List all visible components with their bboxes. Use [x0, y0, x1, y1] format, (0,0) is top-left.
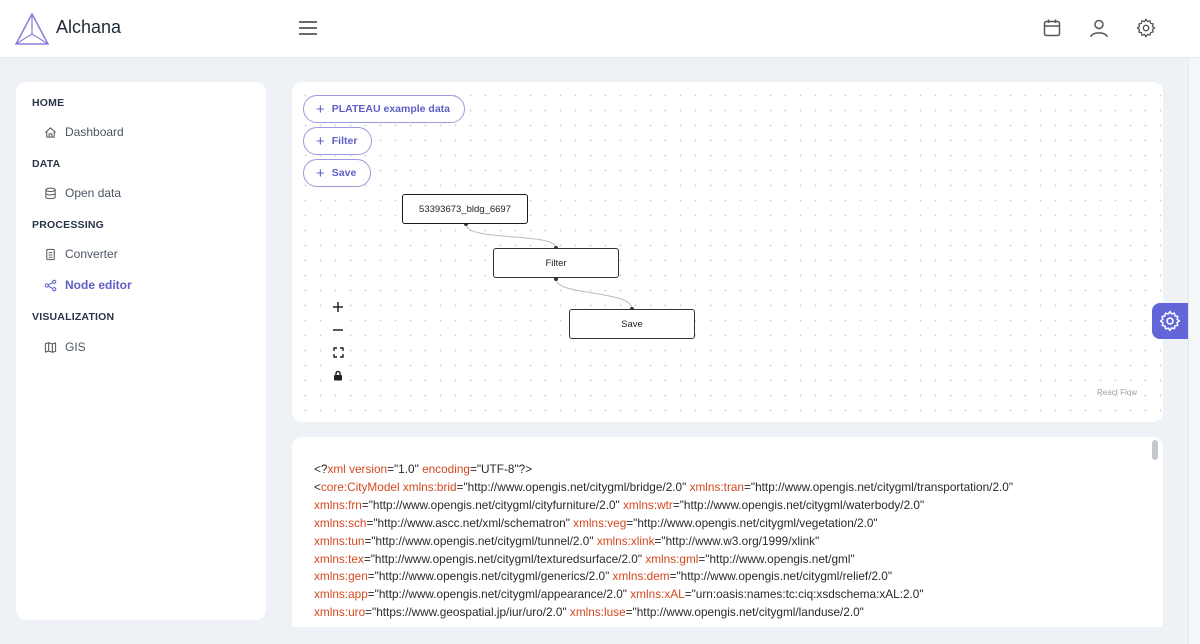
map-icon: [44, 341, 57, 353]
minus-icon: [333, 328, 343, 331]
code-line: <?xml version="1.0" encoding="UTF-8"?>: [314, 462, 533, 476]
section-home: HOME: [32, 97, 65, 109]
code-line: xmlns:tex="http://www.opengis.net/citygm…: [314, 551, 855, 566]
code-line: xmlns:sch="http://www.ascc.net/xml/schem…: [314, 515, 878, 530]
database-icon: [45, 187, 56, 199]
gear-icon: [1159, 310, 1181, 332]
plus-icon: +: [316, 164, 325, 182]
fit-view-button[interactable]: [328, 341, 348, 364]
document-icon: [46, 248, 55, 260]
code-line: xmlns:gen="http://www.opengis.net/citygm…: [314, 569, 893, 584]
user-icon[interactable]: [1088, 17, 1110, 39]
add-filter-button[interactable]: + Filter: [303, 127, 373, 155]
lock-icon: [334, 370, 342, 381]
sidebar-item-node-editor[interactable]: Node editor: [44, 275, 244, 295]
section-data: DATA: [32, 158, 61, 170]
calendar-icon[interactable]: [1041, 17, 1063, 39]
add-save-button[interactable]: + Save: [303, 159, 372, 187]
sidebar-item-label: Open data: [65, 186, 122, 200]
code-line: xmlns:app="http://www.opengis.net/citygm…: [314, 587, 924, 602]
plus-icon: +: [316, 100, 325, 118]
zoom-out-button[interactable]: [328, 318, 348, 341]
settings-gear-icon[interactable]: [1135, 17, 1157, 39]
scrollbar-thumb[interactable]: [1152, 440, 1158, 460]
sidebar-item-converter[interactable]: Converter: [44, 244, 244, 264]
edges-layer: [464, 222, 634, 311]
code-line: xmlns:tun="http://www.opengis.net/citygm…: [314, 533, 820, 548]
fit-view-icon: [332, 347, 344, 358]
code-line: xmlns:frn="http://www.opengis.net/citygm…: [314, 497, 925, 512]
sidebar-item-label: GIS: [65, 340, 86, 354]
sidebar-item-label: Converter: [65, 247, 118, 261]
section-processing: PROCESSING: [32, 219, 105, 231]
sidebar-item-open-data[interactable]: Open data: [44, 183, 244, 203]
flow-controls: [328, 295, 348, 387]
plus-icon: [333, 301, 343, 312]
react-flow-attribution[interactable]: React Flow: [1097, 388, 1137, 397]
code-line: <core:CityModel xmlns:brid="http://www.o…: [314, 479, 1014, 494]
floating-settings-button[interactable]: [1152, 303, 1188, 339]
plus-icon: +: [316, 132, 325, 150]
sidebar: HOME Dashboard DATA Open data PROCESSING…: [16, 82, 266, 620]
sidebar-item-label: Dashboard: [65, 125, 124, 139]
top-header: Alchana: [0, 0, 1200, 58]
menu-icon[interactable]: [297, 17, 319, 39]
xml-output-panel[interactable]: <?xml version="1.0" encoding="UTF-8"?> <c…: [292, 437, 1163, 627]
edge-source-to-filter: [465, 223, 557, 249]
code-line: xmlns:uro="https://www.geospatial.jp/iur…: [314, 605, 864, 620]
zoom-in-button[interactable]: [328, 295, 348, 318]
logo-icon: [14, 12, 50, 45]
xml-code-block: <?xml version="1.0" encoding="UTF-8"?> <c…: [314, 461, 1013, 622]
app-title: Alchana: [56, 17, 122, 37]
right-edge-strip: [1188, 58, 1200, 644]
plateau-example-data-button[interactable]: + PLATEAU example data: [303, 95, 466, 123]
node-filter[interactable]: Filter: [493, 248, 619, 278]
sidebar-item-dashboard[interactable]: Dashboard: [44, 122, 244, 142]
edge-filter-to-save: [555, 278, 633, 310]
node-save[interactable]: Save: [569, 309, 695, 339]
share-nodes-icon: [44, 279, 57, 291]
node-editor-canvas[interactable]: + PLATEAU example data + Filter + Save 5…: [292, 82, 1163, 422]
home-icon: [45, 126, 56, 138]
sidebar-item-label: Node editor: [65, 278, 132, 292]
node-source[interactable]: 53393673_bldg_6697: [402, 194, 528, 224]
sidebar-item-gis[interactable]: GIS: [44, 337, 244, 357]
lock-button[interactable]: [328, 364, 348, 387]
section-visualization: VISUALIZATION: [32, 311, 115, 323]
